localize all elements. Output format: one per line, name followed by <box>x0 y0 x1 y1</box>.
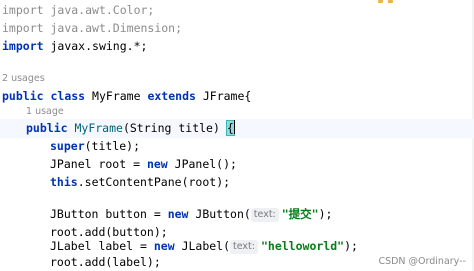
code-text: . <box>77 175 85 189</box>
this-keyword: this <box>50 175 78 189</box>
code-text: root.add(label); <box>50 255 161 269</box>
code-line-jbutton: JButton button = new JButton(text: "提交"); <box>50 205 474 224</box>
code-text: ); <box>344 239 358 253</box>
code-text: JLabel label = <box>50 239 154 253</box>
super-keyword: super <box>50 139 85 153</box>
extends-keyword: extends <box>147 89 196 103</box>
constructor-usages-hint[interactable]: 1 usage <box>26 105 64 119</box>
public-keyword: public <box>2 89 44 103</box>
code-text: JPanel root = <box>50 157 147 171</box>
import-keyword: import <box>2 39 44 53</box>
code-line-import-dimension: import java.awt.Dimension; <box>2 19 474 38</box>
class-usages-hint[interactable]: 2 usages <box>2 72 45 86</box>
code-line-import-color: import java.awt.Color; <box>2 1 474 20</box>
code-line-constructor-decl: public MyFrame(String title) { <box>0 119 474 138</box>
new-keyword: new <box>146 157 168 171</box>
class-open-brace: { <box>244 89 252 103</box>
code-line-class-decl: public class MyFrame extends JFrame{ <box>2 87 474 106</box>
code-line-set-content-pane: this.setContentPane(root); <box>50 173 474 192</box>
method-call: setContentPane <box>84 175 182 189</box>
class-keyword: class <box>50 89 86 103</box>
code-text: JPanel(); <box>167 157 237 171</box>
parent-class: JFrame <box>202 89 245 103</box>
class-name: MyFrame <box>92 89 141 103</box>
text-caret <box>233 120 235 134</box>
import-keyword: import <box>2 21 44 35</box>
import-path: javax.swing.*; <box>50 39 148 53</box>
parameter-hint: text: <box>230 240 258 254</box>
code-line-jpanel: JPanel root = new JPanel(); <box>50 155 474 174</box>
public-keyword: public <box>26 121 68 135</box>
constructor-params: (String title) <box>122 121 227 135</box>
constructor-name: MyFrame <box>74 121 123 135</box>
code-line-import-swing: import javax.swing.*; <box>2 37 474 56</box>
import-keyword: import <box>2 3 44 17</box>
parameter-hint: text: <box>250 208 279 222</box>
import-path: java.awt.Dimension; <box>50 21 183 35</box>
code-text: JLabel( <box>174 239 231 253</box>
string-literal: "提交" <box>281 207 319 221</box>
code-text: JButton( <box>188 207 251 221</box>
code-line-super: super(title); <box>50 137 474 156</box>
code-text: ); <box>318 207 333 221</box>
code-text: (title); <box>84 139 141 153</box>
string-literal: "helloworld" <box>260 239 345 253</box>
code-text: (root); <box>181 175 231 189</box>
code-text: JButton button = <box>50 207 168 221</box>
code-editor[interactable]: import java.awt.Color; import java.awt.D… <box>0 0 474 271</box>
new-keyword: new <box>153 239 175 253</box>
csdn-watermark: CSDN @Ordinary-- <box>378 256 466 267</box>
import-path: java.awt.Color; <box>50 3 155 17</box>
new-keyword: new <box>167 207 189 221</box>
